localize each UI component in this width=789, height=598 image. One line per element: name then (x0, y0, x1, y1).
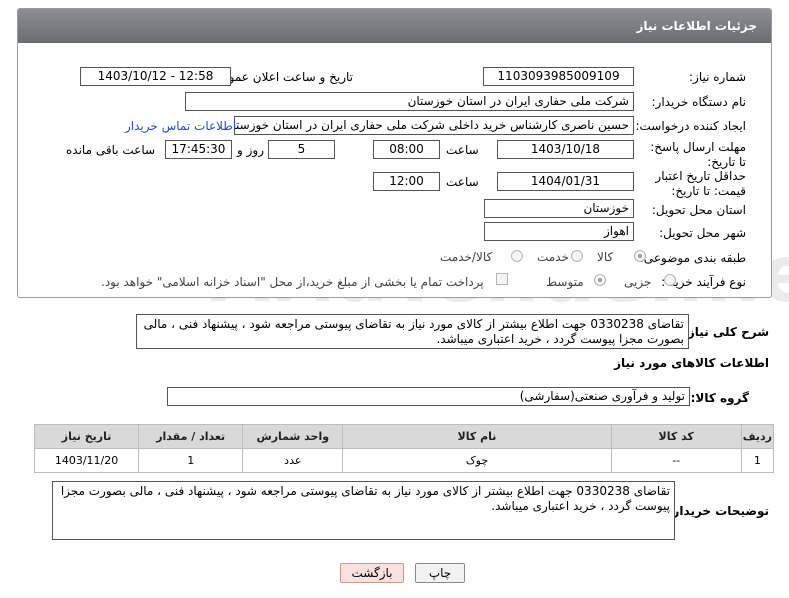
goods-section-title: اطلاعات کالاهای مورد نیاز (614, 356, 769, 370)
cell-unit: عدد (242, 448, 344, 473)
price-date-field: 1404/01/31 (497, 172, 634, 191)
table-row: 1 -- چوک عدد 1 1403/11/20 (33, 448, 775, 473)
requester-label: ایجاد کننده درخواست: (635, 119, 746, 133)
remaining-label: ساعت باقی مانده (66, 143, 156, 157)
category-label: طبقه بندی موضوعی: (639, 251, 746, 265)
description-text[interactable]: تقاضای 0330238 جهت اطلاع بیشتر از کالای … (136, 314, 689, 349)
requester-field: حسین ناصری کارشناس خرید داخلی شرکت ملی ح… (234, 116, 634, 135)
col-unit: واحد شمارش (242, 424, 344, 449)
reply-date-field: 1403/10/18 (497, 140, 634, 159)
process-medium-label: متوسط (546, 275, 584, 289)
contact-info-link[interactable]: اطلاعات تماس خریدار (125, 119, 236, 133)
category-goods-radio[interactable] (634, 250, 646, 262)
category-goods-service-radio[interactable] (511, 250, 523, 262)
days-label: روز و (237, 143, 264, 157)
province-field: خوزستان (484, 199, 634, 218)
goods-table: ردیف کد کالا نام کالا واحد شمارش تعداد /… (33, 424, 775, 473)
goods-table-header: ردیف کد کالا نام کالا واحد شمارش تعداد /… (33, 424, 775, 449)
announce-field: 1403/10/12 - 12:58 (80, 67, 231, 86)
col-name: نام کالا (342, 424, 612, 449)
description-label: شرح کلی نیاز: (683, 325, 769, 339)
cell-code: -- (610, 448, 742, 473)
days-field: 5 (268, 140, 335, 159)
cell-name: چوک (342, 448, 612, 473)
treasury-payment-note: پرداخت تمام یا بخشی از مبلغ خرید،از محل … (101, 275, 484, 289)
category-service-radio[interactable] (571, 250, 583, 262)
process-medium-radio[interactable] (594, 274, 606, 286)
category-goods-label: کالا (597, 250, 614, 264)
reply-time-label: ساعت (446, 143, 479, 157)
reply-time-field: 08:00 (373, 140, 440, 159)
process-small-radio[interactable] (664, 274, 676, 286)
remaining-time-field: 17:45:30 (165, 140, 232, 159)
col-date: تاریخ نیاز (33, 424, 140, 449)
treasury-payment-checkbox[interactable] (496, 273, 508, 285)
col-code: کد کالا (610, 424, 742, 449)
col-row: ردیف (740, 424, 775, 449)
category-goods-service-label: کالا/خدمت (440, 250, 493, 264)
process-small-label: جزیی (624, 275, 652, 289)
cell-date: 1403/11/20 (33, 448, 140, 473)
buyer-org-field: شرکت ملی حفاری ایران در استان خوزستان (185, 92, 634, 111)
goods-group-label: گروه کالا: (690, 391, 749, 405)
buyer-notes-label: توضیحات خریدار: (667, 504, 769, 518)
price-time-field: 12:00 (373, 172, 440, 191)
cell-qty: 1 (138, 448, 244, 473)
city-field: اهواز (484, 222, 634, 241)
col-qty: تعداد / مقدار (138, 424, 244, 449)
buyer-notes-text[interactable]: تقاضای 0330238 جهت اطلاع بیشتر از کالای … (52, 481, 675, 540)
print-button[interactable]: چاپ (415, 563, 465, 583)
price-time-label: ساعت (446, 175, 479, 189)
reply-deadline-label: مهلت ارسال پاسخ: تا تاریخ: (650, 140, 746, 169)
panel-title: جزئیات اطلاعات نیاز (18, 9, 771, 43)
buyer-org-label: نام دستگاه خریدار: (651, 95, 747, 109)
need-number-field: 1103093985009109 (483, 67, 634, 86)
city-label: شهر محل تحویل: (659, 226, 746, 240)
back-button[interactable]: بازگشت (340, 563, 404, 583)
goods-group-field: تولید و فرآوری صنعتی(سفارشی) (167, 387, 690, 406)
province-label: استان محل تحویل: (651, 203, 746, 217)
cell-row: 1 (740, 448, 775, 473)
category-service-label: خدمت (537, 250, 569, 264)
price-validity-label: حداقل تاریخ اعتبار قیمت: تا تاریخ: (655, 169, 746, 198)
need-number-label: شماره نیاز: (689, 70, 746, 84)
